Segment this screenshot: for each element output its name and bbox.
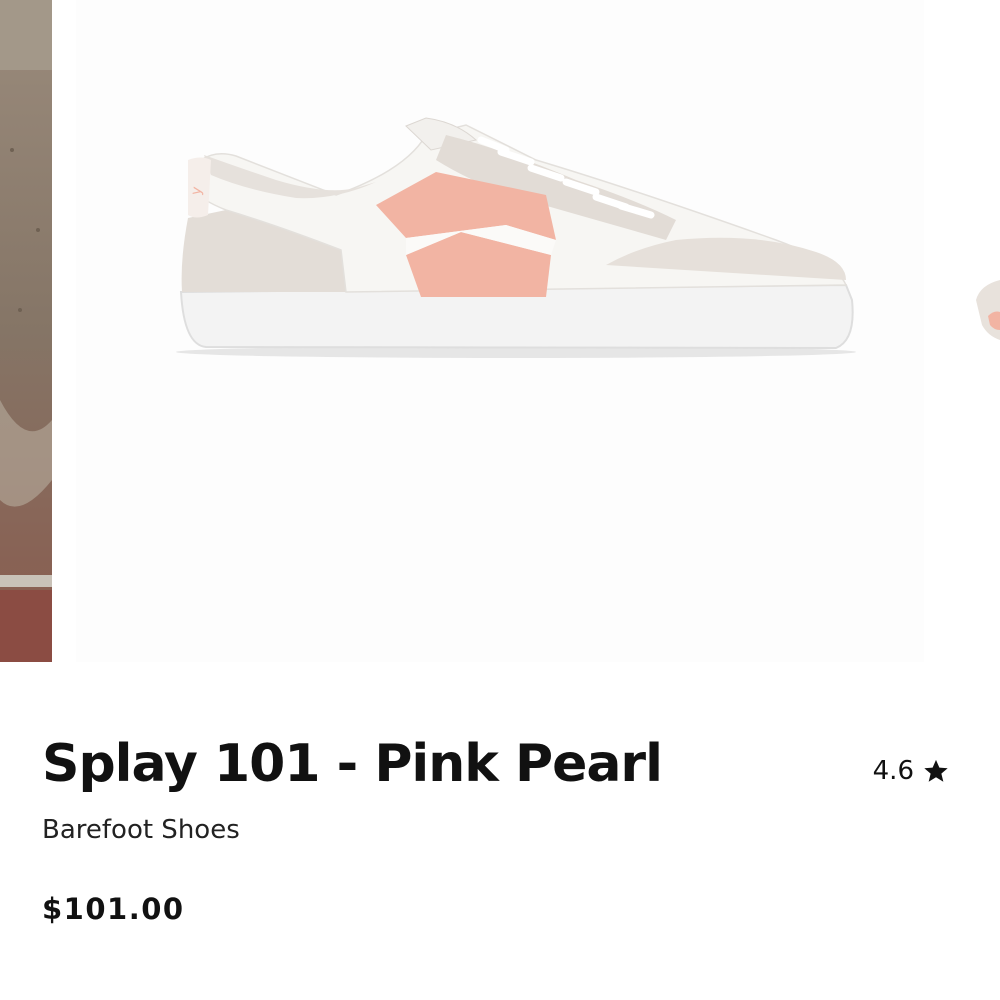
product-image-carousel[interactable]: y bbox=[0, 0, 1000, 662]
main-product-image[interactable]: y bbox=[76, 0, 924, 662]
star-icon bbox=[924, 759, 948, 782]
rating-value: 4.6 bbox=[872, 756, 914, 786]
next-product-image[interactable] bbox=[940, 0, 1000, 662]
previous-product-image[interactable] bbox=[0, 0, 52, 662]
product-card[interactable]: y Splay 101 - Pink Pearl 4.6 Barefoot Sh… bbox=[0, 0, 1000, 1000]
sneaker-image: y bbox=[76, 0, 924, 662]
product-rating: 4.6 bbox=[873, 756, 950, 786]
product-category: Barefoot Shoes bbox=[42, 815, 240, 845]
street-photo-image bbox=[0, 0, 52, 662]
product-title[interactable]: Splay 101 - Pink Pearl bbox=[42, 735, 663, 793]
sneaker-image-partial bbox=[940, 0, 1000, 662]
product-price: $101.00 bbox=[42, 892, 185, 926]
